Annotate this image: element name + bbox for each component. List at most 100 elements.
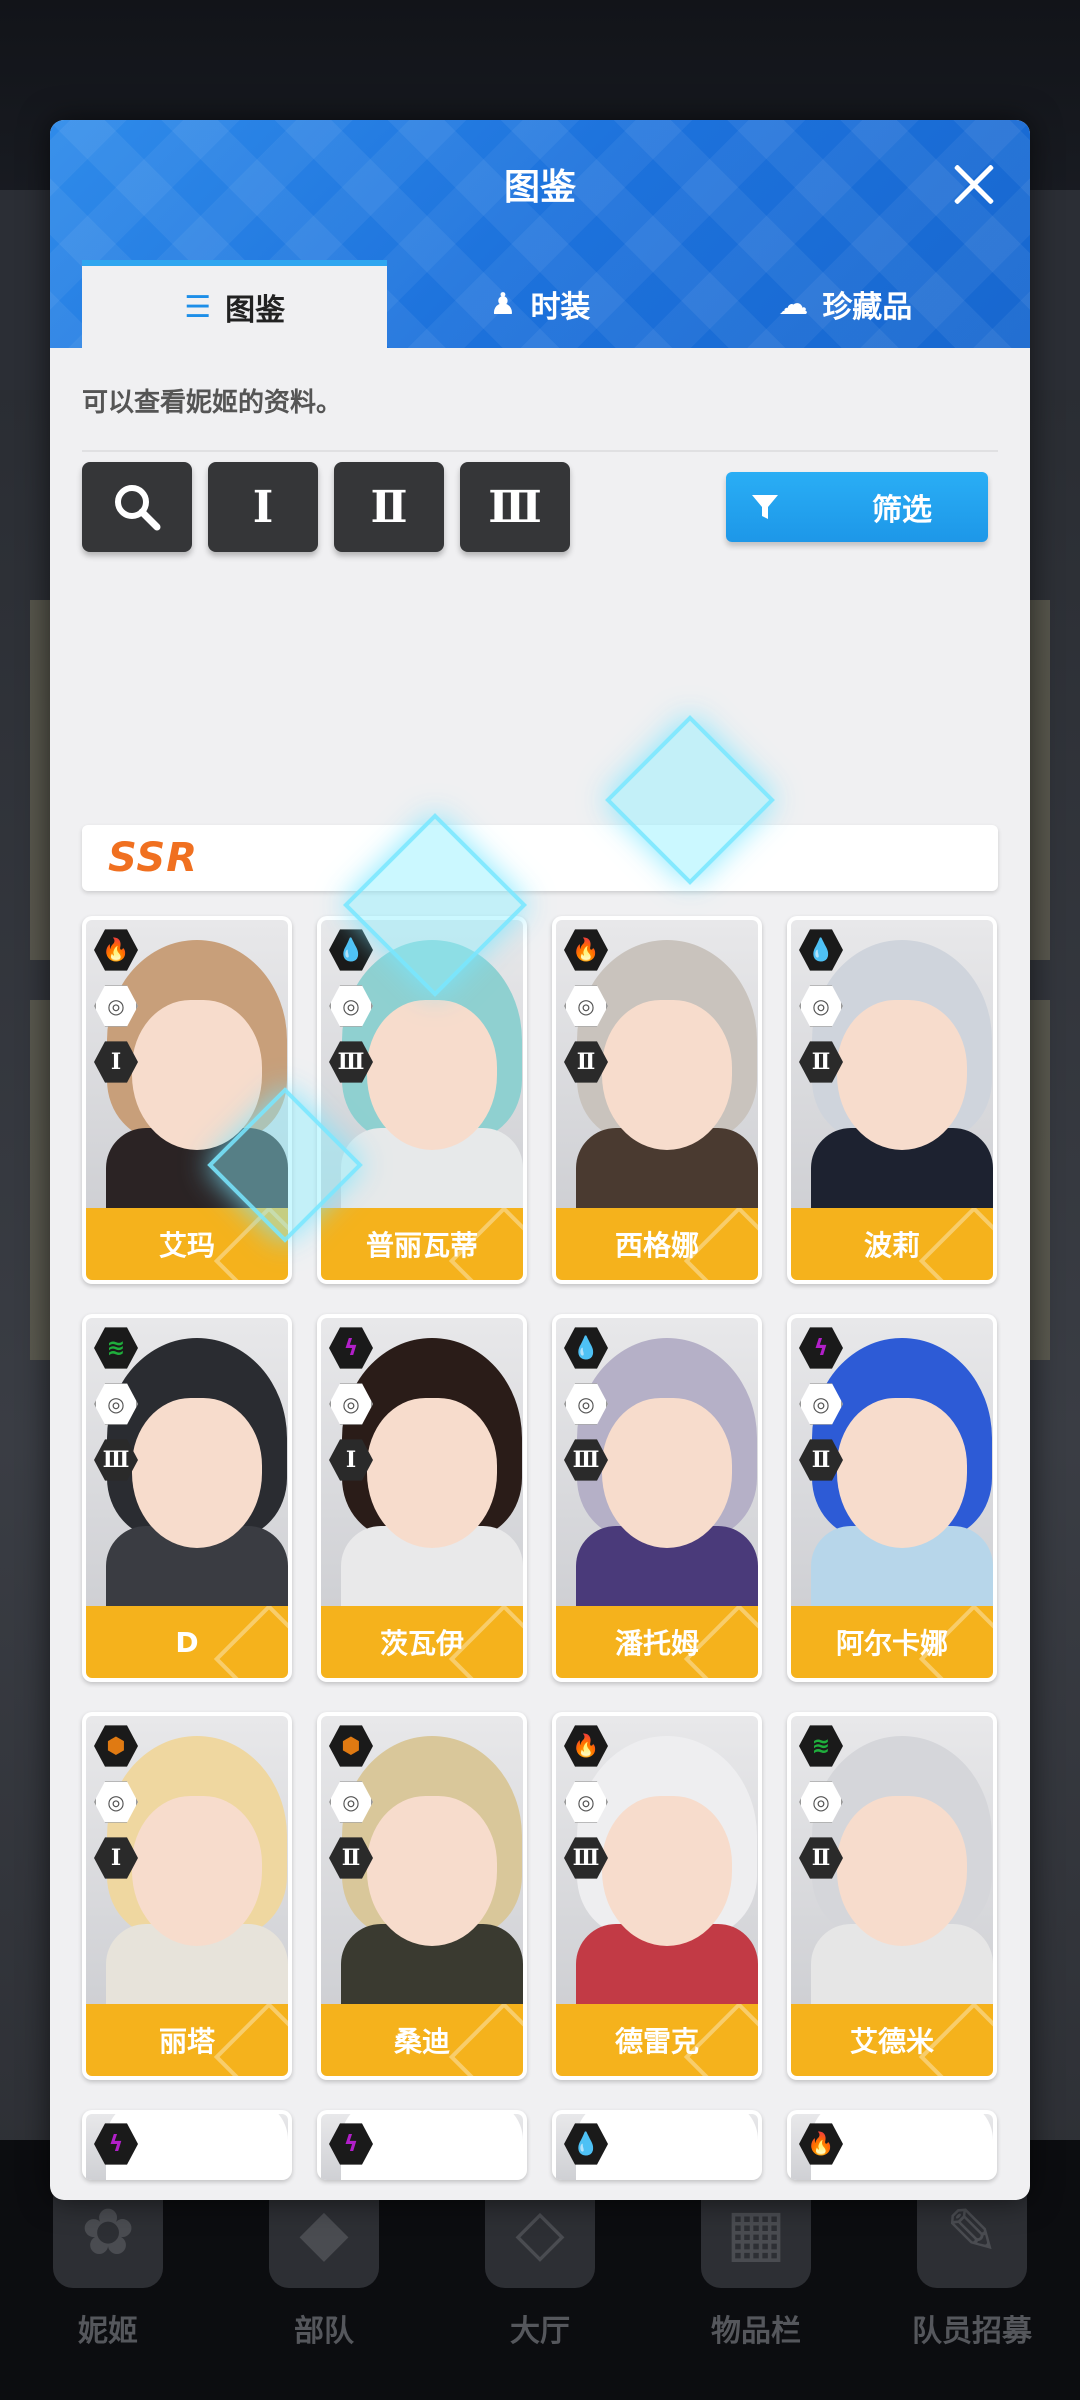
nav-label: 队员招募 [912, 2314, 1032, 2349]
ssr-label: SSR [108, 835, 198, 881]
wind-element-icon: ≋ [94, 1327, 138, 1369]
list-icon: ☰ [184, 289, 212, 325]
fire-element-icon: 🔥 [94, 929, 138, 971]
nav-label: 大厅 [510, 2314, 570, 2349]
burst-badge: Ⅲ [564, 1439, 608, 1481]
character-portrait: 💧 [556, 2114, 758, 2180]
character-portrait: ⬢ ◎ Ⅱ [321, 1716, 523, 2004]
fire-element-icon: 🔥 [564, 1725, 608, 1767]
burst-1-filter-button[interactable]: Ⅰ [208, 462, 318, 552]
fire-element-icon: 🔥 [799, 2123, 843, 2165]
character-card[interactable]: ⬢ ◎ Ⅰ 丽塔 [82, 1712, 292, 2080]
burst-3-filter-button[interactable]: Ⅲ [460, 462, 570, 552]
character-card[interactable]: ϟ [317, 2110, 527, 2180]
character-badges: 🔥 ◎ Ⅱ [564, 928, 608, 1084]
character-card[interactable]: 💧 ◎ Ⅱ 波莉 [787, 916, 997, 1284]
wind-element-icon: ≋ [799, 1725, 843, 1767]
weapon-class-icon: ◎ [94, 985, 138, 1027]
weapon-class-icon: ◎ [799, 1781, 843, 1823]
portrait-face [837, 1796, 967, 1946]
portrait-face [367, 1398, 497, 1548]
tab-collection[interactable]: ☁ 珍藏品 [693, 260, 998, 348]
character-card[interactable]: 🔥 [787, 2110, 997, 2180]
character-card[interactable]: 💧 ◎ Ⅲ 潘托姆 [552, 1314, 762, 1682]
character-badges: 💧 ◎ Ⅲ [564, 1326, 608, 1482]
portrait-face [367, 1796, 497, 1946]
nav-item-nikke[interactable]: ✿ 妮姬 [18, 2178, 198, 2350]
filter-label: 筛选 [872, 493, 932, 528]
weapon-class-icon: ◎ [564, 1383, 608, 1425]
nav-item-recruit[interactable]: ✎ 队员招募 [882, 2178, 1062, 2350]
character-badges: 🔥 ◎ Ⅰ [94, 928, 138, 1084]
nav-label: 物品栏 [711, 2314, 801, 2349]
burst-badge: Ⅱ [799, 1041, 843, 1083]
tab-codex[interactable]: ☰ 图鉴 [82, 260, 388, 348]
burst-badge: Ⅱ [564, 1041, 608, 1083]
modal-title: 图鉴 [503, 167, 576, 208]
tab-bar: ☰ 图鉴 ♟ 时装 ☁ 珍藏品 [82, 260, 998, 348]
character-badges: ≋ ◎ Ⅱ [799, 1724, 843, 1880]
character-portrait: 🔥 ◎ Ⅱ [556, 920, 758, 1208]
weapon-class-icon: ◎ [329, 985, 373, 1027]
weapon-class-icon: ◎ [329, 1781, 373, 1823]
character-card[interactable]: ≋ ◎ Ⅱ 艾德米 [787, 1712, 997, 2080]
character-card[interactable]: 🔥 ◎ Ⅰ 艾玛 [82, 916, 292, 1284]
burst-badge: Ⅱ [329, 1837, 373, 1879]
close-button[interactable] [944, 154, 1004, 214]
character-badges: 🔥 ◎ Ⅲ [564, 1724, 608, 1880]
weapon-class-icon: ◎ [564, 1781, 608, 1823]
character-card[interactable]: ϟ ◎ Ⅱ 阿尔卡娜 [787, 1314, 997, 1682]
character-badges: ⬢ ◎ Ⅰ [94, 1724, 138, 1880]
character-portrait: ≋ ◎ Ⅲ [86, 1318, 288, 1606]
nav-item-squad[interactable]: ◆ 部队 [234, 2178, 414, 2350]
portrait-face [602, 1796, 732, 1946]
tab-costume[interactable]: ♟ 时装 [387, 260, 692, 348]
character-card[interactable]: ϟ [82, 2110, 292, 2180]
codex-modal: 图鉴 ☰ 图鉴 ♟ 时装 ☁ 珍藏品 可以查看妮姬的资料。 Ⅰ Ⅱ Ⅲ 筛选 S… [50, 120, 1030, 2200]
burst-2-filter-button[interactable]: Ⅱ [334, 462, 444, 552]
character-badges: ϟ [329, 2122, 373, 2166]
portrait-face [132, 1000, 262, 1150]
character-card[interactable]: ϟ ◎ Ⅰ 茨瓦伊 [317, 1314, 527, 1682]
character-badges: 💧 [564, 2122, 608, 2166]
weapon-class-icon: ◎ [799, 1383, 843, 1425]
portrait-face [837, 1000, 967, 1150]
search-button[interactable] [82, 462, 192, 552]
burst-badge: Ⅰ [329, 1439, 373, 1481]
portrait-face [132, 1398, 262, 1548]
burst-badge: Ⅰ [94, 1837, 138, 1879]
character-card[interactable]: ⬢ ◎ Ⅱ 桑迪 [317, 1712, 527, 2080]
water-element-icon: 💧 [564, 2123, 608, 2165]
character-card[interactable]: 🔥 ◎ Ⅱ 西格娜 [552, 916, 762, 1284]
burst-badge: Ⅱ [799, 1439, 843, 1481]
portrait-face [602, 1398, 732, 1548]
character-card[interactable]: 🔥 ◎ Ⅲ 德雷克 [552, 1712, 762, 2080]
burst-badge: Ⅱ [799, 1837, 843, 1879]
iron-element-icon: ⬢ [329, 1725, 373, 1767]
character-badges: ⬢ ◎ Ⅱ [329, 1724, 373, 1880]
character-name: 德雷克 [556, 2004, 758, 2076]
nav-item-lobby[interactable]: ◇ 大厅 [450, 2178, 630, 2350]
filter-button[interactable]: 筛选 [726, 472, 988, 542]
water-element-icon: 💧 [799, 929, 843, 971]
weapon-class-icon: ◎ [94, 1781, 138, 1823]
nav-item-inventory[interactable]: ▦ 物品栏 [666, 2178, 846, 2350]
water-element-icon: 💧 [329, 929, 373, 971]
character-portrait: 💧 ◎ Ⅱ [791, 920, 993, 1208]
character-card[interactable]: ≋ ◎ Ⅲ D [82, 1314, 292, 1682]
character-badges: 💧 ◎ Ⅱ [799, 928, 843, 1084]
portrait-face [132, 1796, 262, 1946]
character-portrait: ϟ ◎ Ⅰ [321, 1318, 523, 1606]
character-badges: ϟ [94, 2122, 138, 2166]
nav-label: 部队 [294, 2314, 354, 2349]
weapon-class-icon: ◎ [564, 985, 608, 1027]
character-portrait: 💧 ◎ Ⅲ [556, 1318, 758, 1606]
character-portrait: 🔥 [791, 2114, 993, 2180]
character-name: 波莉 [791, 1208, 993, 1280]
character-name: 阿尔卡娜 [791, 1606, 993, 1678]
character-name: 艾德米 [791, 2004, 993, 2076]
character-card[interactable]: 💧 [552, 2110, 762, 2180]
modal-header: 图鉴 ☰ 图鉴 ♟ 时装 ☁ 珍藏品 [50, 120, 1030, 348]
burst-badge: Ⅰ [94, 1041, 138, 1083]
character-portrait: ϟ [321, 2114, 523, 2180]
